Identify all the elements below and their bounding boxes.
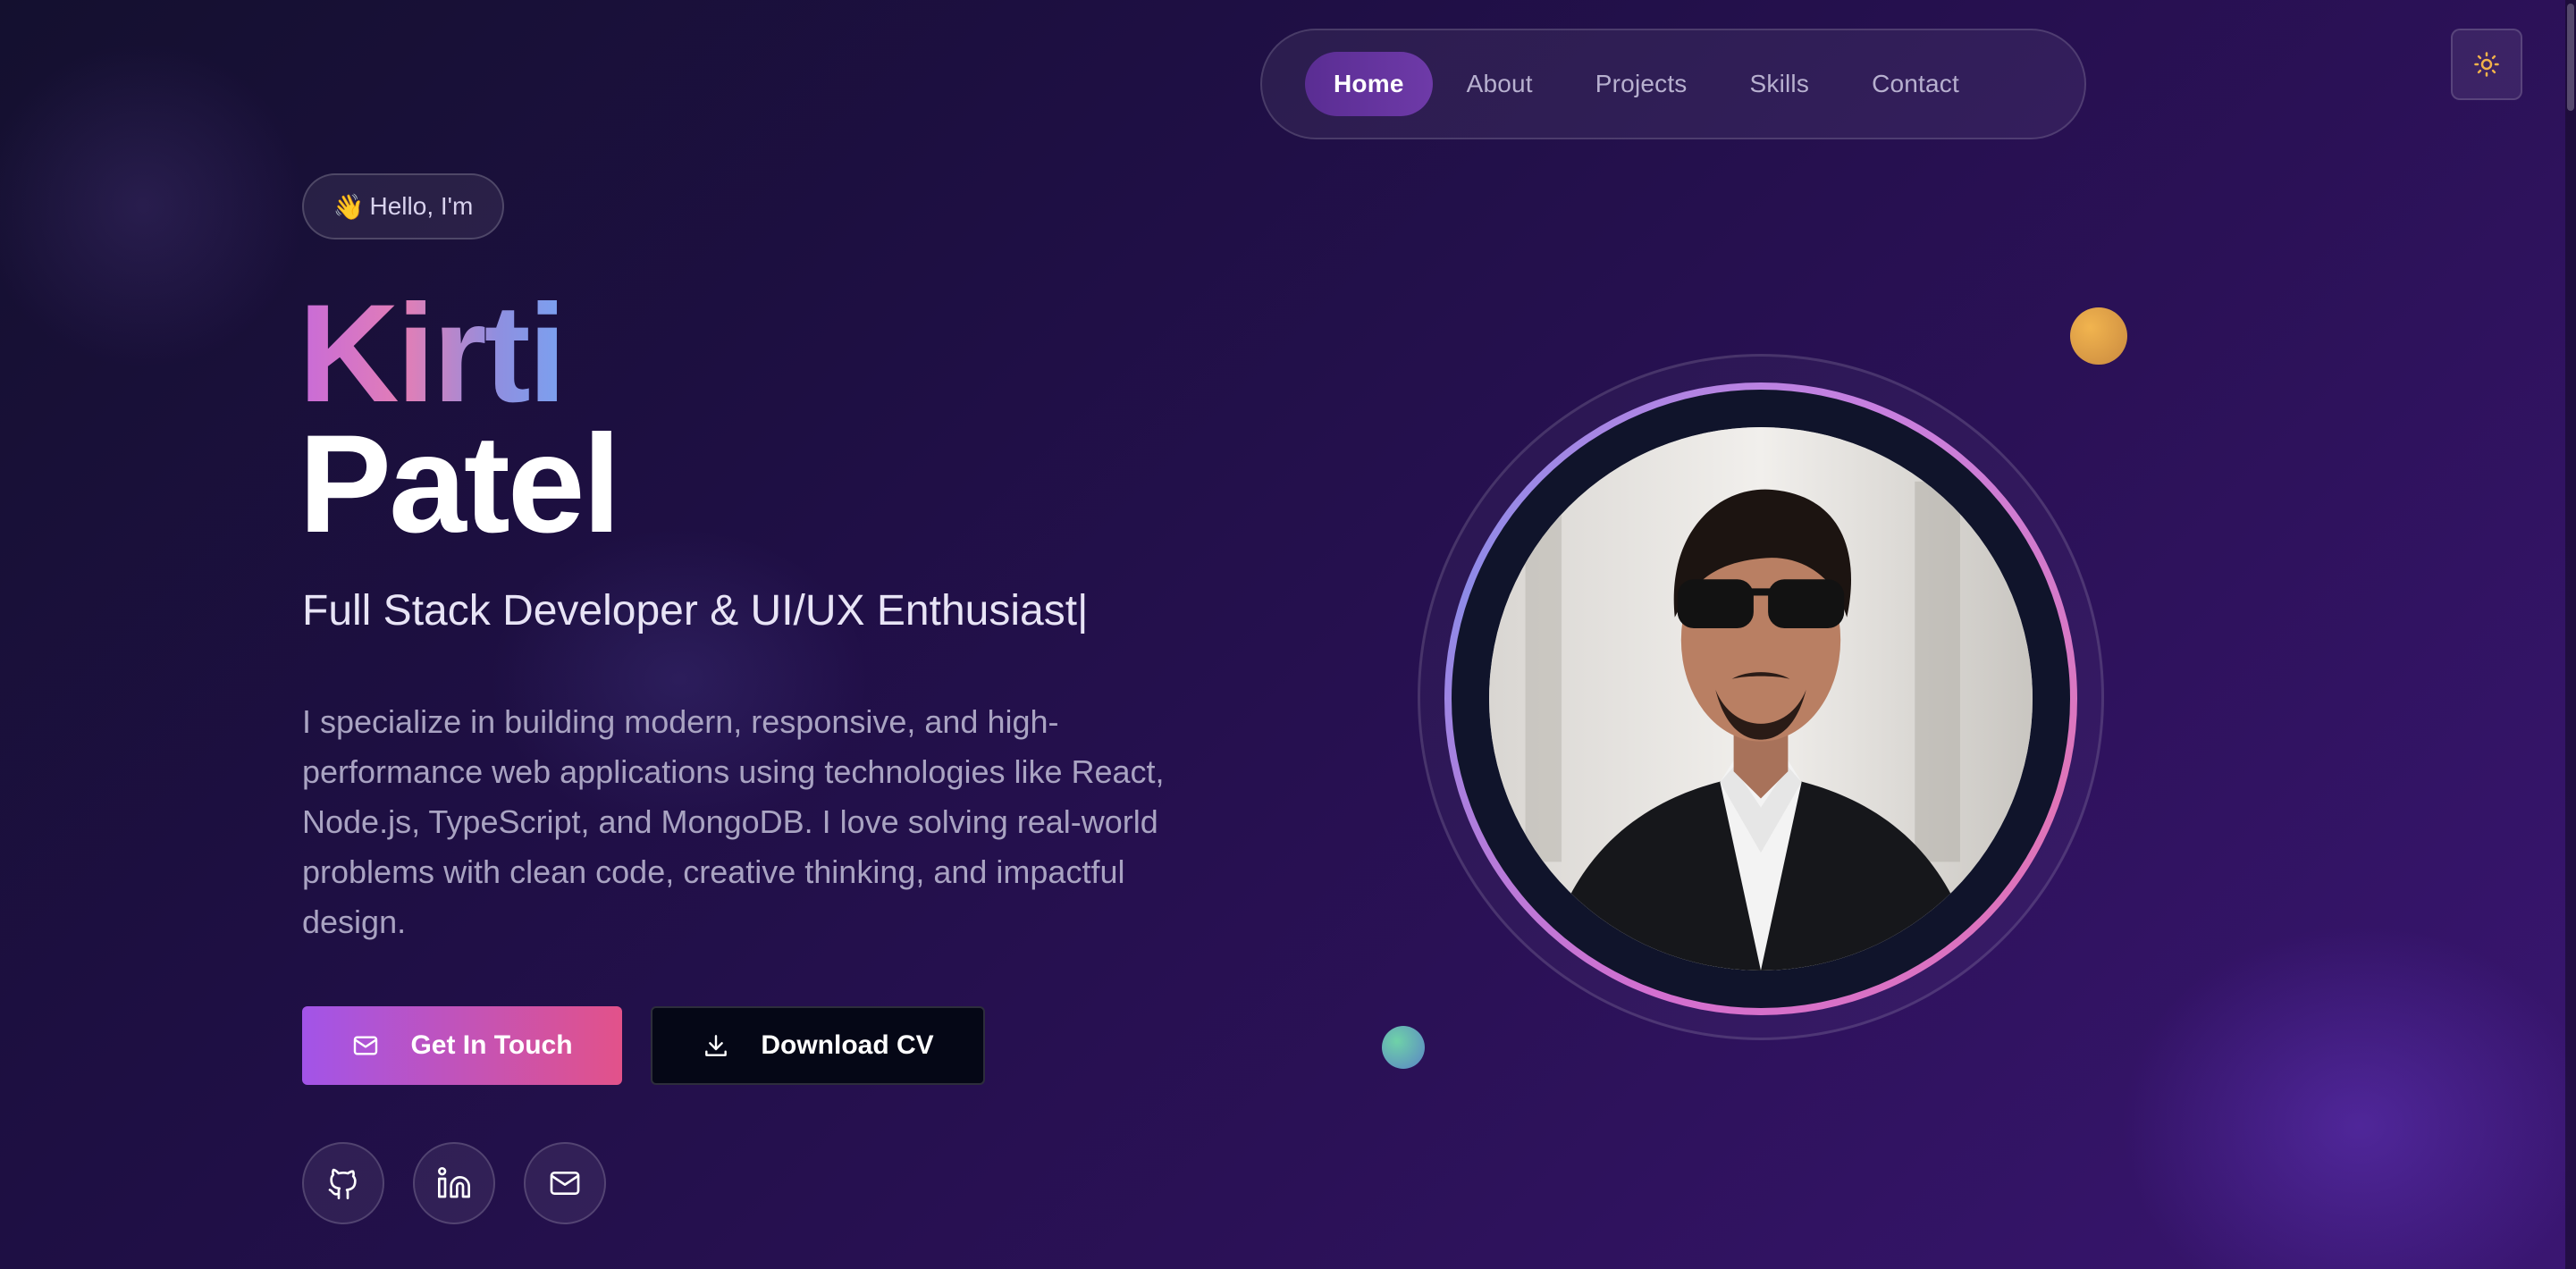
get-in-touch-label: Get In Touch: [410, 1030, 573, 1060]
profile-photo: [1489, 427, 2033, 971]
download-cv-label: Download CV: [761, 1030, 934, 1060]
theme-toggle-button[interactable]: [2451, 29, 2522, 100]
greeting-text: Hello, I'm: [369, 192, 474, 220]
role-tagline: Full Stack Developer & UI/UX Enthusiast|: [302, 587, 1089, 634]
last-name-heading: Patel: [299, 407, 621, 562]
nav-item-projects[interactable]: Projects: [1567, 52, 1716, 116]
decorative-orange-dot: [2070, 307, 2127, 365]
scrollbar-thumb[interactable]: [2567, 4, 2574, 111]
mail-icon: [550, 1172, 580, 1195]
nav-item-contact[interactable]: Contact: [1843, 52, 1988, 116]
greeting-badge: 👋 Hello, I'm: [302, 173, 504, 240]
social-links: [302, 1142, 606, 1224]
email-link[interactable]: [524, 1142, 606, 1224]
mail-icon: [354, 1036, 378, 1055]
nav-item-about[interactable]: About: [1438, 52, 1562, 116]
main-nav: Home About Projects Skills Contact: [1260, 29, 2086, 139]
first-name-heading: Kirti: [299, 276, 567, 432]
github-icon: [328, 1168, 357, 1199]
intro-description: I specialize in building modern, respons…: [302, 703, 1165, 940]
decorative-teal-dot: [1382, 1026, 1425, 1069]
page-scrollbar[interactable]: [2565, 0, 2576, 1269]
download-cv-button[interactable]: Download CV: [651, 1006, 985, 1085]
wave-emoji: 👋: [333, 192, 365, 221]
linkedin-link[interactable]: [413, 1142, 495, 1224]
download-icon: [705, 1035, 728, 1056]
sun-icon: [2474, 52, 2499, 77]
portrait-frame: [1452, 390, 2070, 1008]
github-link[interactable]: [302, 1142, 384, 1224]
get-in-touch-button[interactable]: Get In Touch: [302, 1006, 622, 1085]
portrait-ring: [1444, 382, 2077, 1015]
linkedin-icon: [438, 1167, 470, 1198]
nav-item-skills[interactable]: Skills: [1722, 52, 1839, 116]
nav-item-home[interactable]: Home: [1305, 52, 1433, 116]
